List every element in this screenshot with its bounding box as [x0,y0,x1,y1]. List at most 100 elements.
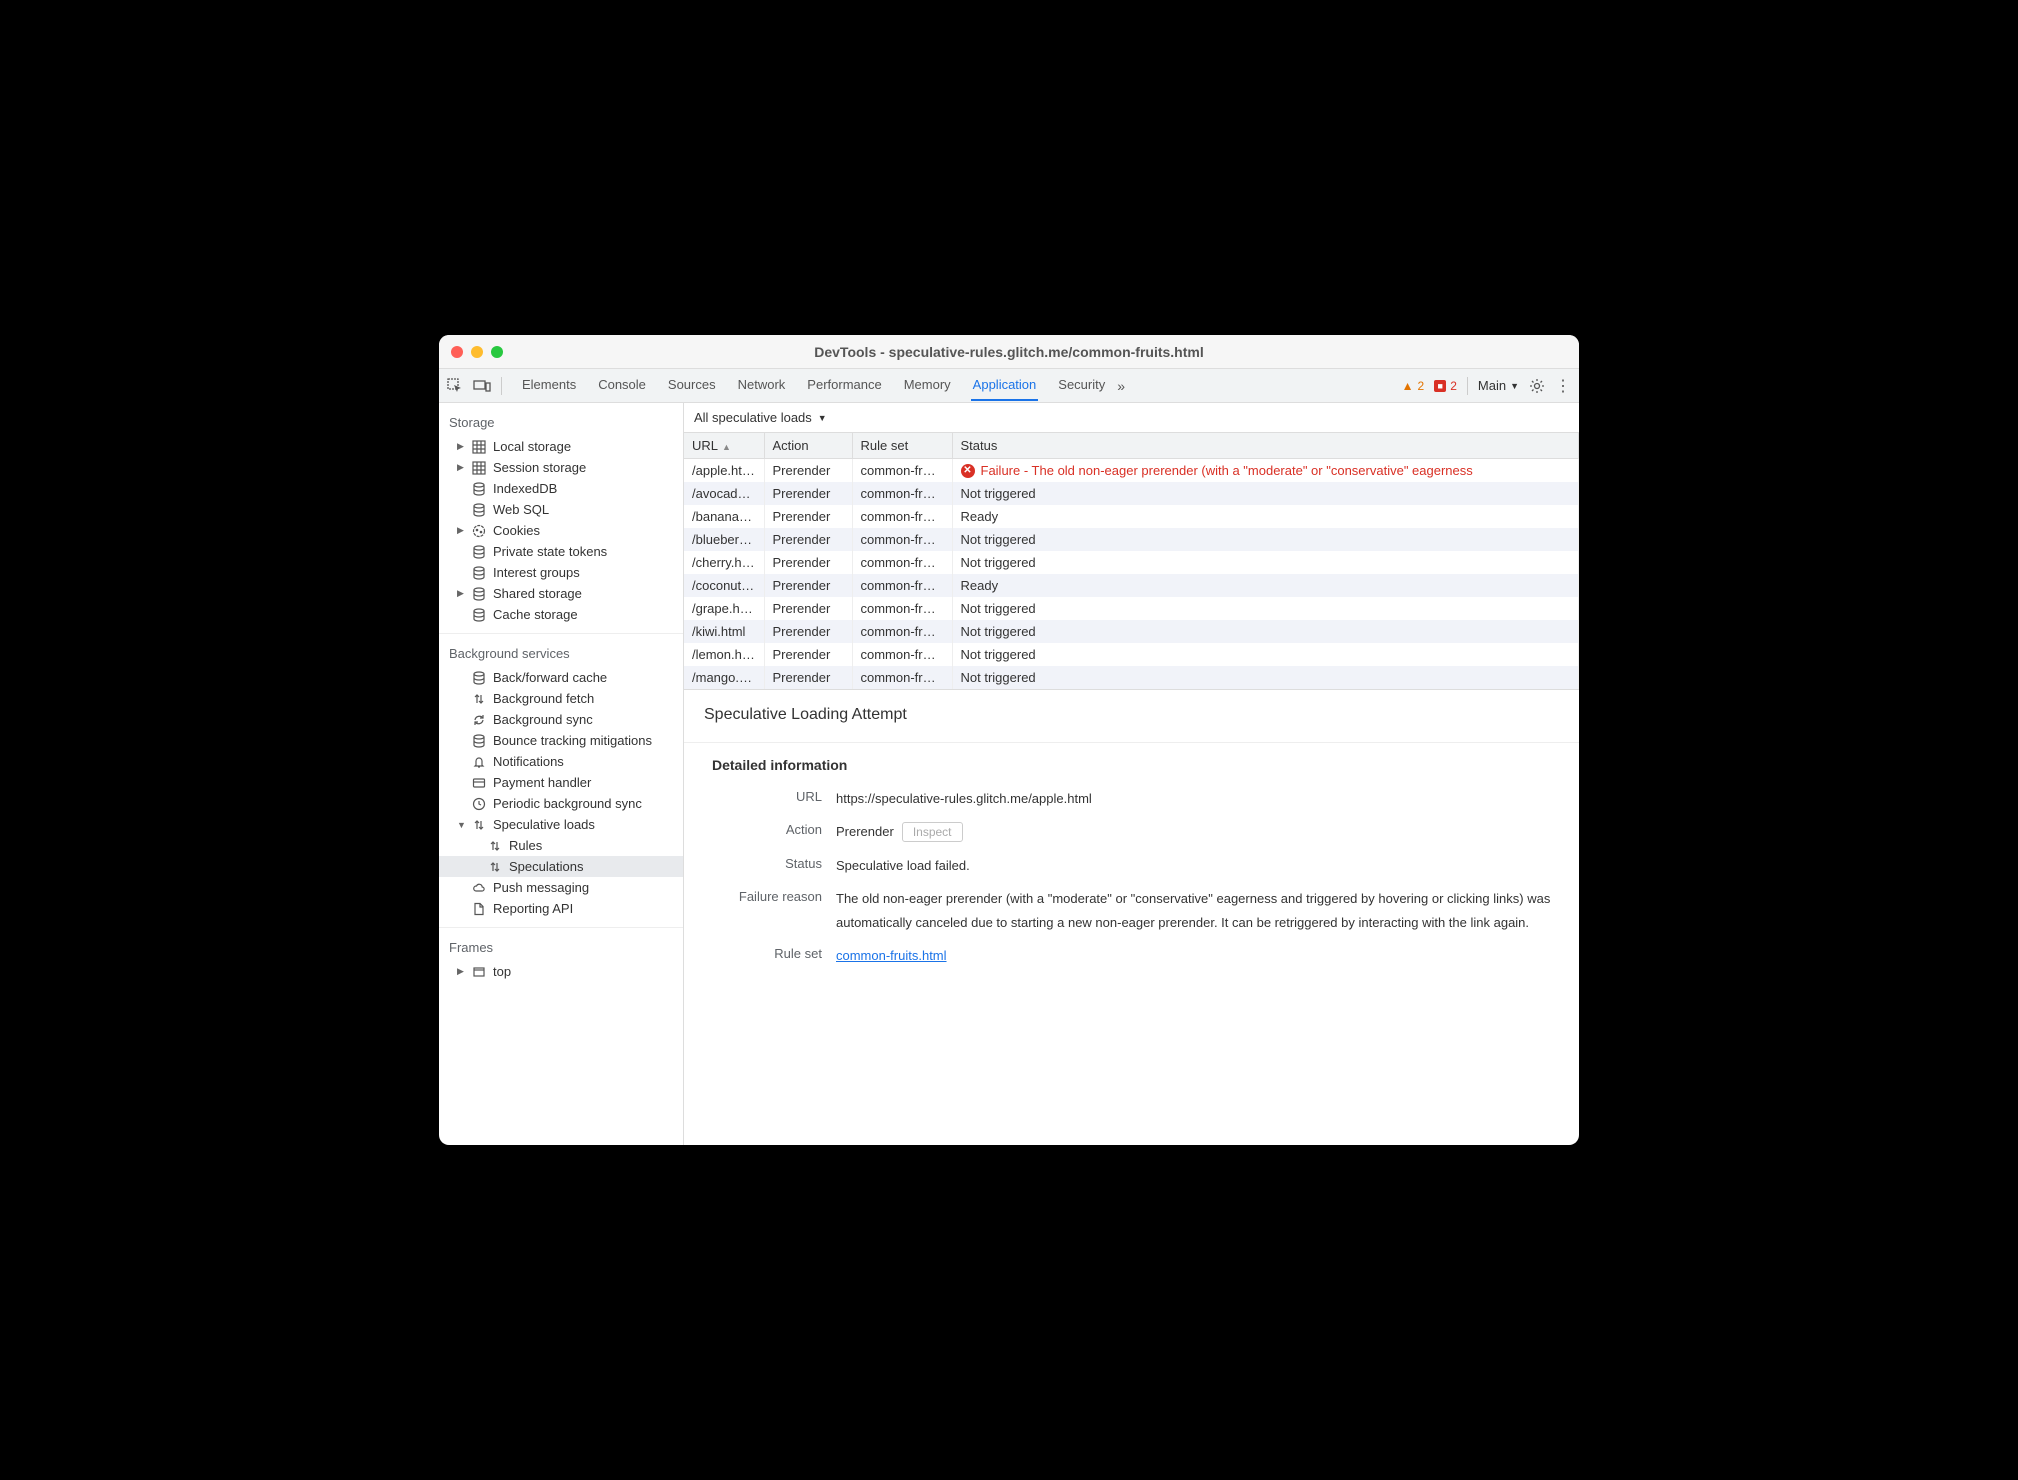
db-icon [471,734,487,748]
sidebar-item-periodic-background-sync[interactable]: Periodic background sync [439,793,683,814]
col-rule-set[interactable]: Rule set [852,433,952,459]
col-action[interactable]: Action [764,433,852,459]
sidebar-item-session-storage[interactable]: ▶Session storage [439,457,683,478]
content-area: All speculative loads▼ URL▲ActionRule se… [684,403,1579,1145]
speculations-table: URL▲ActionRule setStatus /apple.htmlPrer… [684,433,1579,690]
background-services-header: Background services [439,634,683,667]
clock-icon [471,797,487,811]
errors-badge[interactable]: ■2 [1434,379,1457,393]
sidebar-item-push-messaging[interactable]: Push messaging [439,877,683,898]
sidebar-item-speculative-loads[interactable]: ▼Speculative loads [439,814,683,835]
db-icon [471,587,487,601]
close-window-button[interactable] [451,346,463,358]
grid-icon [471,440,487,454]
tab-performance[interactable]: Performance [805,370,883,401]
frame-icon [471,965,487,979]
main-toolbar: Elements Console Sources Network Performance… [439,369,1579,403]
tab-application[interactable]: Application [971,370,1039,401]
application-sidebar: Storage ▶Local storage▶Session storageIn… [439,403,684,1145]
grid-icon [471,461,487,475]
tab-console[interactable]: Console [596,370,648,401]
table-row[interactable]: /apple.htmlPrerendercommon-fr…✕Failure -… [684,459,1579,483]
table-row[interactable]: /avocad…Prerendercommon-fr…Not triggered [684,482,1579,505]
col-url[interactable]: URL▲ [684,433,764,459]
tab-security[interactable]: Security [1056,370,1107,401]
minimize-window-button[interactable] [471,346,483,358]
updown-icon [487,860,503,874]
sidebar-item-notifications[interactable]: Notifications [439,751,683,772]
panel-tabs: Elements Console Sources Network Performance… [520,370,1107,401]
kebab-icon[interactable]: ⋮ [1555,376,1571,396]
tab-sources[interactable]: Sources [666,370,718,401]
sidebar-item-back-forward-cache[interactable]: Back/forward cache [439,667,683,688]
table-row[interactable]: /mango.…Prerendercommon-fr…Not triggered [684,666,1579,689]
sync-icon [471,713,487,727]
error-icon: ✕ [961,464,975,478]
tab-network[interactable]: Network [736,370,788,401]
sidebar-item-rules[interactable]: Rules [439,835,683,856]
db-icon [471,671,487,685]
sidebar-item-web-sql[interactable]: Web SQL [439,499,683,520]
sidebar-item-indexeddb[interactable]: IndexedDB [439,478,683,499]
sidebar-item-local-storage[interactable]: ▶Local storage [439,436,683,457]
more-tabs-icon[interactable]: » [1117,378,1125,394]
updown-icon [471,692,487,706]
filter-dropdown[interactable]: All speculative loads▼ [694,410,827,425]
table-row[interactable]: /banana.…Prerendercommon-fr…Ready [684,505,1579,528]
frames-header: Frames [439,928,683,961]
detail-title: Speculative Loading Attempt [704,706,1559,724]
storage-header: Storage [439,403,683,436]
sidebar-item-interest-groups[interactable]: Interest groups [439,562,683,583]
sidebar-item-bounce-tracking-mitigations[interactable]: Bounce tracking mitigations [439,730,683,751]
sidebar-item-shared-storage[interactable]: ▶Shared storage [439,583,683,604]
db-icon [471,503,487,517]
file-icon [471,902,487,916]
sidebar-item-background-sync[interactable]: Background sync [439,709,683,730]
detail-url: https://speculative-rules.glitch.me/appl… [836,787,1559,810]
detail-panel: Speculative Loading Attempt Detailed inf… [684,690,1579,1145]
detail-section-header: Detailed information [712,757,1559,773]
detail-action: PrerenderInspect [836,820,1559,843]
card-icon [471,776,487,790]
sidebar-item-cache-storage[interactable]: Cache storage [439,604,683,625]
filter-bar: All speculative loads▼ [684,403,1579,433]
table-row[interactable]: /grape.htmlPrerendercommon-fr…Not trigge… [684,597,1579,620]
tab-elements[interactable]: Elements [520,370,578,401]
warnings-badge[interactable]: ▲2 [1402,379,1425,393]
device-icon[interactable] [473,379,491,393]
traffic-lights [451,346,503,358]
window-title: DevTools - speculative-rules.glitch.me/c… [439,344,1579,360]
updown-icon [487,839,503,853]
table-row[interactable]: /cherry.h…Prerendercommon-fr…Not trigger… [684,551,1579,574]
cloud-icon [471,881,487,895]
sidebar-item-private-state-tokens[interactable]: Private state tokens [439,541,683,562]
db-icon [471,545,487,559]
detail-status: Speculative load failed. [836,854,1559,877]
cookie-icon [471,524,487,538]
sidebar-item-background-fetch[interactable]: Background fetch [439,688,683,709]
bell-icon [471,755,487,769]
titlebar: DevTools - speculative-rules.glitch.me/c… [439,335,1579,369]
zoom-window-button[interactable] [491,346,503,358]
sidebar-item-speculations[interactable]: Speculations [439,856,683,877]
devtools-window: DevTools - speculative-rules.glitch.me/c… [439,335,1579,1145]
table-row[interactable]: /blueberr…Prerendercommon-fr…Not trigger… [684,528,1579,551]
sidebar-item-cookies[interactable]: ▶Cookies [439,520,683,541]
db-icon [471,482,487,496]
db-icon [471,566,487,580]
inspect-icon[interactable] [447,378,463,394]
sidebar-item-reporting-api[interactable]: Reporting API [439,898,683,919]
detail-failure-reason: The old non-eager prerender (with a "mod… [836,887,1559,934]
table-row[interactable]: /coconut…Prerendercommon-fr…Ready [684,574,1579,597]
frame-selector[interactable]: Main▼ [1478,378,1519,393]
table-row[interactable]: /lemon.h…Prerendercommon-fr…Not triggere… [684,643,1579,666]
sidebar-item-payment-handler[interactable]: Payment handler [439,772,683,793]
sidebar-item-top[interactable]: ▶top [439,961,683,982]
tab-memory[interactable]: Memory [902,370,953,401]
settings-icon[interactable] [1529,378,1545,394]
updown-icon [471,818,487,832]
ruleset-link[interactable]: common-fruits.html [836,948,947,963]
inspect-button[interactable]: Inspect [902,822,963,842]
col-status[interactable]: Status [952,433,1579,459]
table-row[interactable]: /kiwi.htmlPrerendercommon-fr…Not trigger… [684,620,1579,643]
